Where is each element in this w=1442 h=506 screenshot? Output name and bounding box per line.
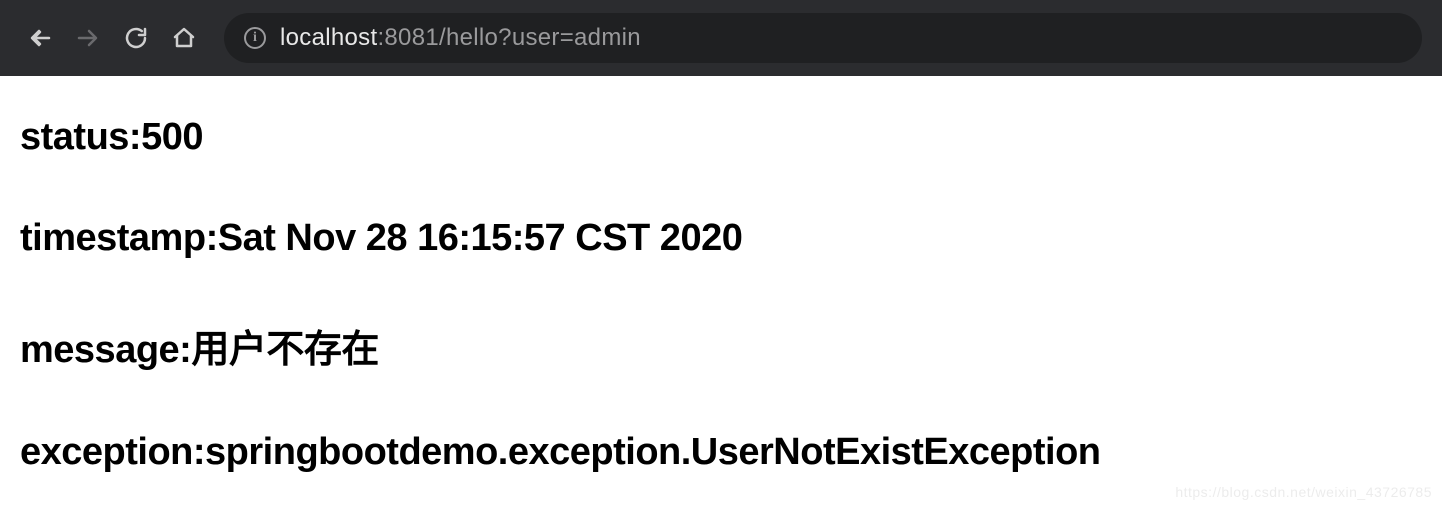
address-bar[interactable]: i localhost:8081/hello?user=admin [224,13,1422,63]
exception-line: exception:springbootdemo.exception.UserN… [20,431,1422,474]
site-info-icon[interactable]: i [244,27,266,49]
url-rest: :8081/hello?user=admin [377,24,640,51]
page-content: status:500 timestamp:Sat Nov 28 16:15:57… [0,76,1442,474]
reload-icon [124,26,148,50]
arrow-left-icon [28,26,52,50]
forward-button[interactable] [68,18,108,58]
home-button[interactable] [164,18,204,58]
watermark: https://blog.csdn.net/weixin_43726785 [1175,484,1432,500]
url-display: localhost:8081/hello?user=admin [280,24,641,52]
back-button[interactable] [20,18,60,58]
url-host: localhost [280,24,377,51]
reload-button[interactable] [116,18,156,58]
home-icon [172,26,196,50]
status-line: status:500 [20,116,1422,159]
info-glyph: i [253,30,257,46]
timestamp-line: timestamp:Sat Nov 28 16:15:57 CST 2020 [20,217,1422,260]
browser-toolbar: i localhost:8081/hello?user=admin [0,0,1442,76]
message-line: message:用户不存在 [20,318,1422,373]
arrow-right-icon [76,26,100,50]
